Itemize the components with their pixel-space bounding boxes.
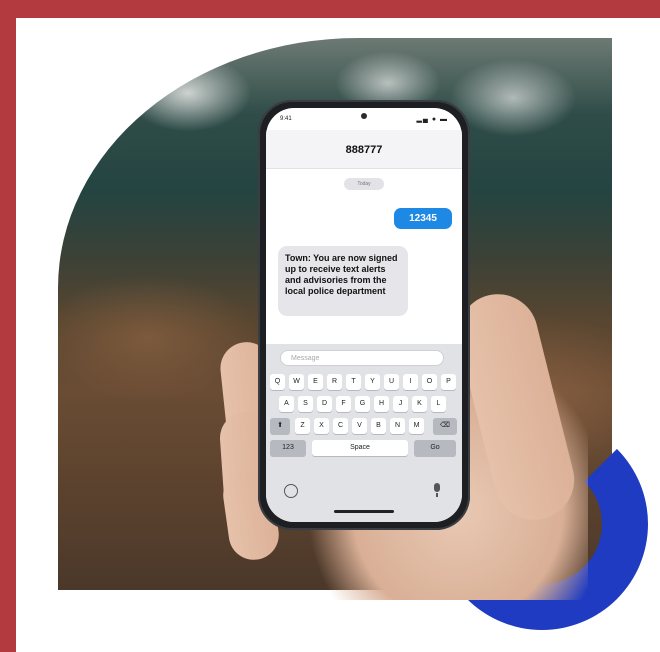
key-v[interactable]: V xyxy=(352,418,367,434)
key-i[interactable]: I xyxy=(403,374,418,390)
key-u[interactable]: U xyxy=(384,374,399,390)
key-r[interactable]: R xyxy=(327,374,342,390)
keyboard-row-2: A S D F G H J K L xyxy=(266,396,462,412)
sent-message-bubble[interactable]: 12345 xyxy=(394,208,452,229)
key-q[interactable]: Q xyxy=(270,374,285,390)
keyboard-bottom-row xyxy=(266,482,462,502)
microphone-icon[interactable] xyxy=(434,483,440,497)
key-n[interactable]: N xyxy=(390,418,405,434)
key-w[interactable]: W xyxy=(289,374,304,390)
phone-screen: 9:41 ▂▄ ● ▬ 888777 Today 12345 Town: You… xyxy=(266,108,462,522)
key-l[interactable]: L xyxy=(431,396,446,412)
key-k[interactable]: K xyxy=(412,396,427,412)
date-separator: Today xyxy=(344,178,384,190)
key-j[interactable]: J xyxy=(393,396,408,412)
key-z[interactable]: Z xyxy=(295,418,310,434)
key-e[interactable]: E xyxy=(308,374,323,390)
numbers-key[interactable]: 123 xyxy=(270,440,306,456)
smartphone: 9:41 ▂▄ ● ▬ 888777 Today 12345 Town: You… xyxy=(258,100,470,530)
keyboard-row-3: ⬆ Z X C V B N M ⌫ xyxy=(266,418,462,434)
home-indicator[interactable] xyxy=(334,510,394,513)
key-o[interactable]: O xyxy=(422,374,437,390)
received-message-bubble[interactable]: Town: You are now signed up to receive t… xyxy=(278,246,408,316)
key-a[interactable]: A xyxy=(279,396,294,412)
camera-icon xyxy=(361,113,367,119)
key-d[interactable]: D xyxy=(317,396,332,412)
key-h[interactable]: H xyxy=(374,396,389,412)
keyboard-row-1: Q W E R T Y U I O P xyxy=(266,374,462,390)
go-key[interactable]: Go xyxy=(414,440,456,456)
backspace-key[interactable]: ⌫ xyxy=(433,418,457,434)
key-p[interactable]: P xyxy=(441,374,456,390)
conversation-header: 888777 xyxy=(266,130,462,169)
key-m[interactable]: M xyxy=(409,418,424,434)
status-bar: 9:41 ▂▄ ● ▬ xyxy=(266,108,462,130)
shift-key[interactable]: ⬆ xyxy=(270,418,290,434)
emoji-icon[interactable] xyxy=(284,484,298,498)
message-input[interactable]: Message xyxy=(280,350,444,366)
key-x[interactable]: X xyxy=(314,418,329,434)
key-t[interactable]: T xyxy=(346,374,361,390)
left-border xyxy=(0,0,16,652)
top-border xyxy=(0,0,660,18)
status-time: 9:41 xyxy=(280,116,292,122)
key-c[interactable]: C xyxy=(333,418,348,434)
key-f[interactable]: F xyxy=(336,396,351,412)
key-s[interactable]: S xyxy=(298,396,313,412)
key-b[interactable]: B xyxy=(371,418,386,434)
key-y[interactable]: Y xyxy=(365,374,380,390)
status-icons: ▂▄ ● ▬ xyxy=(416,116,448,123)
contact-number[interactable]: 888777 xyxy=(266,144,462,156)
space-key[interactable]: Space xyxy=(312,440,408,456)
key-g[interactable]: G xyxy=(355,396,370,412)
keyboard: Message Q W E R T Y U I O P A S D F G H … xyxy=(266,344,462,522)
keyboard-row-4: 123 Space Go xyxy=(266,440,462,456)
